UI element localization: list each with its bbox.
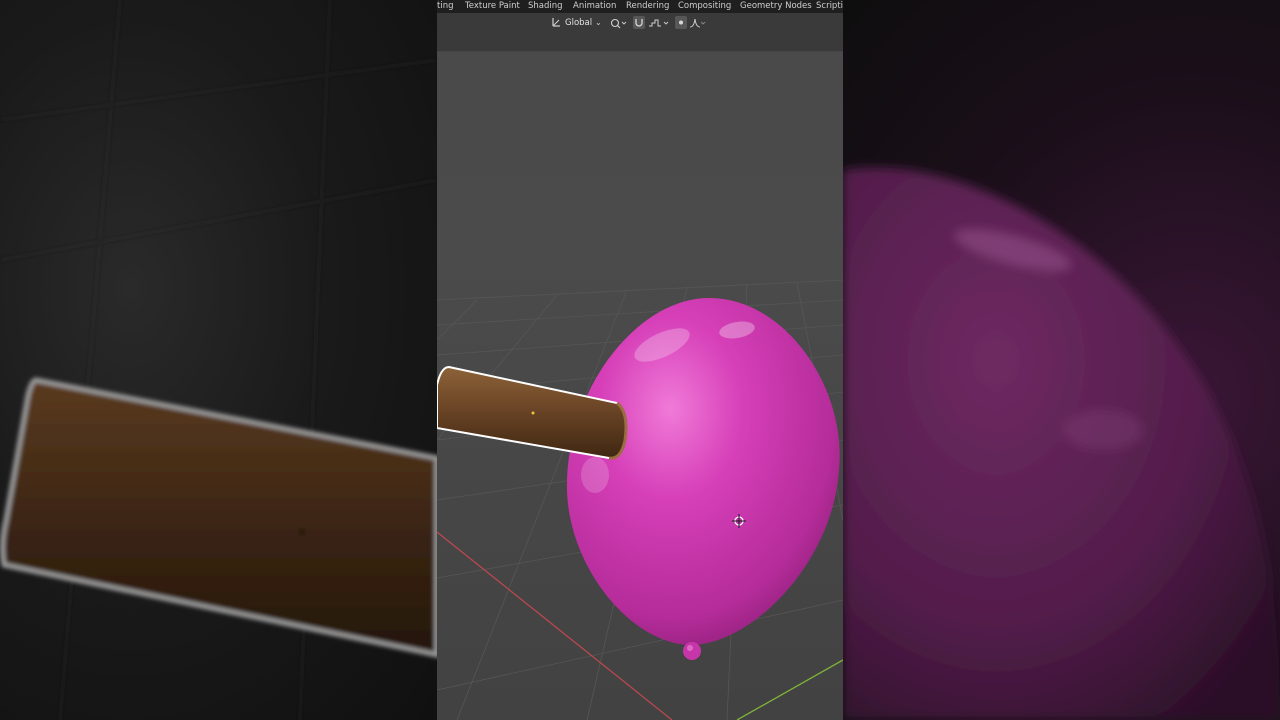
blurred-balloon-zoom	[843, 167, 1280, 720]
balloon-object[interactable]	[566, 298, 840, 660]
transform-orientation-dropdown[interactable]: Global	[565, 17, 592, 29]
blurred-zoom-right	[843, 0, 1280, 720]
3d-viewport[interactable]: ting Texture Paint Shading Animation Ren…	[437, 0, 843, 720]
transform-orientation-icon	[552, 18, 560, 27]
tab-animation[interactable]: Animation	[573, 0, 616, 13]
chevron-down-icon[interactable]: ⌄	[595, 17, 602, 29]
proportional-editing-icon[interactable]	[675, 16, 687, 29]
tab-geometry-nodes[interactable]: Geometry Nodes	[740, 0, 812, 13]
pivot-point-icon[interactable]	[609, 17, 627, 29]
tab-texturing-partial[interactable]: ting	[437, 0, 453, 13]
falloff-curve-icon[interactable]	[689, 17, 707, 29]
tab-compositing[interactable]: Compositing	[678, 0, 731, 13]
workspace-tabs-bar: ting Texture Paint Shading Animation Ren…	[437, 0, 843, 13]
tab-shading[interactable]: Shading	[528, 0, 563, 13]
viewport-header: Global ⌄	[437, 13, 843, 51]
y-axis-line	[736, 659, 843, 720]
tab-rendering[interactable]: Rendering	[626, 0, 669, 13]
stick-origin-dot	[531, 411, 535, 415]
blurred-stick-zoom	[0, 0, 437, 720]
viewport-scene[interactable]	[437, 0, 843, 720]
snap-increment-icon[interactable]	[648, 17, 670, 29]
blurred-zoom-left	[0, 0, 437, 720]
tab-texture-paint[interactable]: Texture Paint	[465, 0, 520, 13]
snap-magnet-icon[interactable]	[633, 16, 645, 29]
tab-scripting-partial[interactable]: Scriptin	[816, 0, 843, 13]
